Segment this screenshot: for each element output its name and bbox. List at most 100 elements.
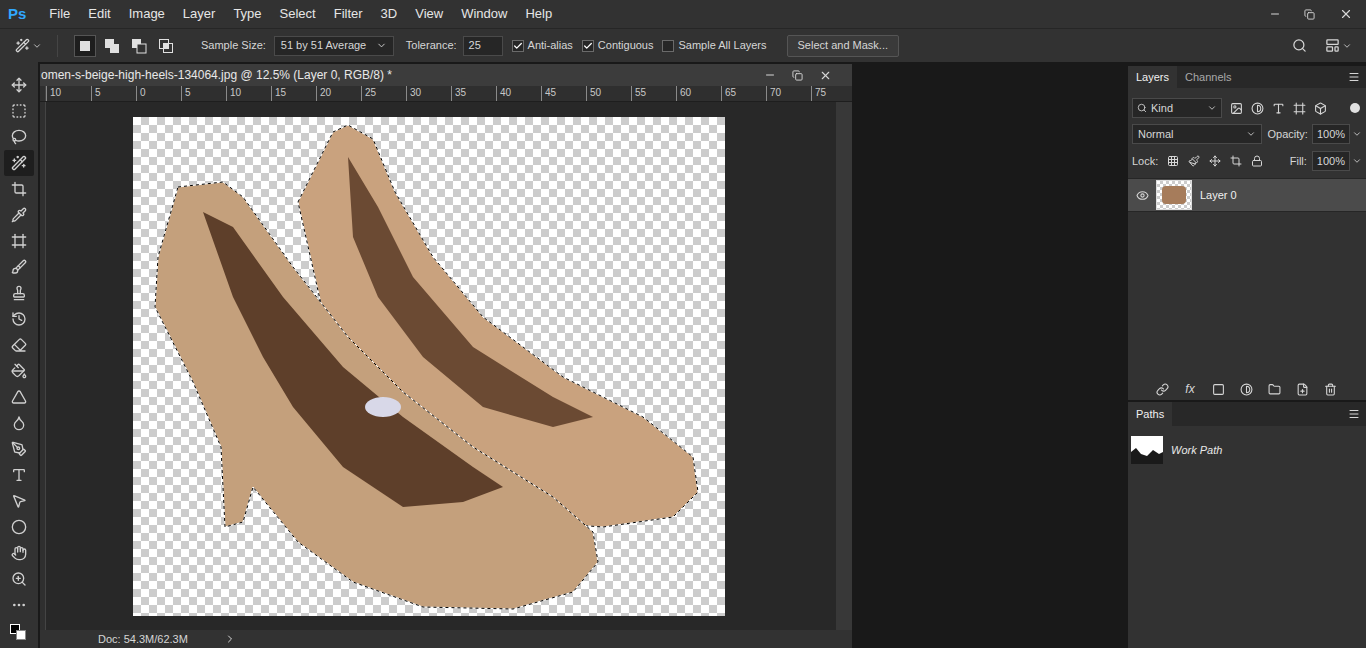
- selection-mode-button[interactable]: [128, 35, 150, 57]
- panel-menu-icon[interactable]: [1348, 408, 1360, 420]
- lock-all-icon[interactable]: [1251, 155, 1263, 167]
- canvas[interactable]: [133, 117, 725, 616]
- close-icon[interactable]: [819, 69, 832, 82]
- selection-mode-button[interactable]: [155, 35, 177, 57]
- menu-item[interactable]: Image: [120, 4, 174, 24]
- visibility-toggle[interactable]: [1128, 189, 1156, 202]
- delete-button[interactable]: [1322, 381, 1338, 397]
- type-filter-icon[interactable]: [1272, 102, 1285, 115]
- path-row[interactable]: Work Path: [1128, 434, 1366, 466]
- panel-tab[interactable]: Layers: [1128, 66, 1177, 88]
- panel-tab[interactable]: Channels: [1177, 66, 1239, 88]
- group-button[interactable]: [1266, 381, 1282, 397]
- filter-kind-select[interactable]: Kind: [1132, 98, 1222, 118]
- zoom-icon: [11, 571, 27, 587]
- tool-button[interactable]: [4, 384, 34, 410]
- new-icon: [1296, 383, 1309, 396]
- option-checkbox[interactable]: Contiguous: [582, 37, 654, 54]
- sample-size-select[interactable]: 51 by 51 Average: [274, 36, 394, 56]
- search-icon[interactable]: [1292, 38, 1307, 53]
- mask-button[interactable]: [1210, 381, 1226, 397]
- close-button[interactable]: [1326, 0, 1366, 28]
- menu-item[interactable]: Filter: [325, 4, 372, 24]
- opacity-input[interactable]: 100%: [1312, 124, 1350, 144]
- menu-item[interactable]: File: [40, 4, 79, 24]
- tool-button[interactable]: [4, 436, 34, 462]
- adjustment-icon: [1240, 383, 1253, 396]
- adjustment-button[interactable]: [1238, 381, 1254, 397]
- ruler-tick: 55: [631, 86, 676, 101]
- tool-button[interactable]: [4, 98, 34, 124]
- background-color[interactable]: [16, 630, 26, 640]
- menu-item[interactable]: Type: [224, 4, 270, 24]
- menu-item[interactable]: Help: [516, 4, 561, 24]
- chevron-down-icon[interactable]: [1352, 129, 1362, 139]
- menu-item[interactable]: View: [406, 4, 452, 24]
- minimize-button[interactable]: [1258, 0, 1292, 28]
- selection-mode-button[interactable]: [101, 35, 123, 57]
- checkbox-box[interactable]: [662, 40, 674, 52]
- restore-button[interactable]: [1292, 0, 1326, 28]
- menu-item[interactable]: 3D: [372, 4, 407, 24]
- check-icon: [513, 41, 523, 51]
- maximize-icon[interactable]: [792, 70, 803, 81]
- shape-filter-icon[interactable]: [1293, 102, 1306, 115]
- menu-item[interactable]: Window: [452, 4, 516, 24]
- panel-menu-icon[interactable]: [1348, 71, 1360, 83]
- document-tab[interactable]: omen-s-beige-high-heels-134064.jpg @ 12.…: [40, 64, 852, 86]
- minimize-icon[interactable]: [764, 69, 776, 81]
- lock-transparency-icon[interactable]: [1167, 155, 1179, 167]
- pixel-filter-icon[interactable]: [1230, 102, 1243, 115]
- link-icon: [1156, 383, 1169, 396]
- tool-button[interactable]: [4, 540, 34, 566]
- tool-button[interactable]: [4, 462, 34, 488]
- tool-button[interactable]: [4, 202, 34, 228]
- selection-mode-button[interactable]: [74, 35, 96, 57]
- adjustment-filter-icon[interactable]: [1251, 102, 1264, 115]
- tool-button[interactable]: [4, 124, 34, 150]
- lock-pixels-icon[interactable]: [1188, 155, 1200, 167]
- lock-position-icon[interactable]: [1209, 155, 1221, 167]
- tool-button[interactable]: [4, 306, 34, 332]
- tool-button[interactable]: [4, 150, 34, 176]
- status-menu-icon[interactable]: [224, 633, 236, 645]
- tool-button[interactable]: [4, 332, 34, 358]
- lock-artboard-icon[interactable]: [1230, 155, 1242, 167]
- tool-button[interactable]: [4, 592, 34, 618]
- tool-button[interactable]: [4, 410, 34, 436]
- tool-button[interactable]: [4, 280, 34, 306]
- tool-button[interactable]: [4, 254, 34, 280]
- tolerance-input[interactable]: 25: [463, 36, 503, 56]
- link-button[interactable]: [1154, 381, 1170, 397]
- panel-tab[interactable]: Paths: [1128, 402, 1172, 426]
- tool-button[interactable]: [4, 358, 34, 384]
- option-checkbox[interactable]: Anti-alias: [512, 37, 573, 54]
- select-and-mask-button[interactable]: Select and Mask...: [787, 35, 900, 57]
- checkbox-box[interactable]: [512, 40, 524, 52]
- lock-row: Lock:Fill:100%: [1128, 151, 1366, 171]
- tool-button[interactable]: [4, 228, 34, 254]
- tool-button[interactable]: [4, 566, 34, 592]
- vertical-scrollbar[interactable]: [836, 102, 852, 630]
- chevron-down-icon: [1246, 129, 1256, 139]
- menu-item[interactable]: Layer: [174, 4, 225, 24]
- checkbox-box[interactable]: [582, 40, 594, 52]
- tool-button[interactable]: [4, 72, 34, 98]
- workspace-switcher[interactable]: [1325, 38, 1352, 53]
- new-button[interactable]: [1294, 381, 1310, 397]
- tool-preset-picker[interactable]: [0, 35, 58, 57]
- tool-button[interactable]: [4, 514, 34, 540]
- tool-button[interactable]: [4, 488, 34, 514]
- option-checkbox[interactable]: Sample All Layers: [662, 37, 766, 54]
- smart-object-filter-icon[interactable]: [1314, 102, 1327, 115]
- layer-row[interactable]: Layer 0: [1128, 178, 1366, 212]
- filter-toggle[interactable]: [1350, 103, 1360, 113]
- menu-item[interactable]: Select: [271, 4, 325, 24]
- tool-button[interactable]: [4, 176, 34, 202]
- blend-mode-select[interactable]: Normal: [1132, 124, 1262, 144]
- color-swatches[interactable]: [7, 622, 31, 644]
- fill-input[interactable]: 100%: [1312, 151, 1350, 171]
- chevron-down-icon[interactable]: [1352, 156, 1362, 166]
- fx-button[interactable]: fx: [1182, 381, 1198, 397]
- menu-item[interactable]: Edit: [79, 4, 119, 24]
